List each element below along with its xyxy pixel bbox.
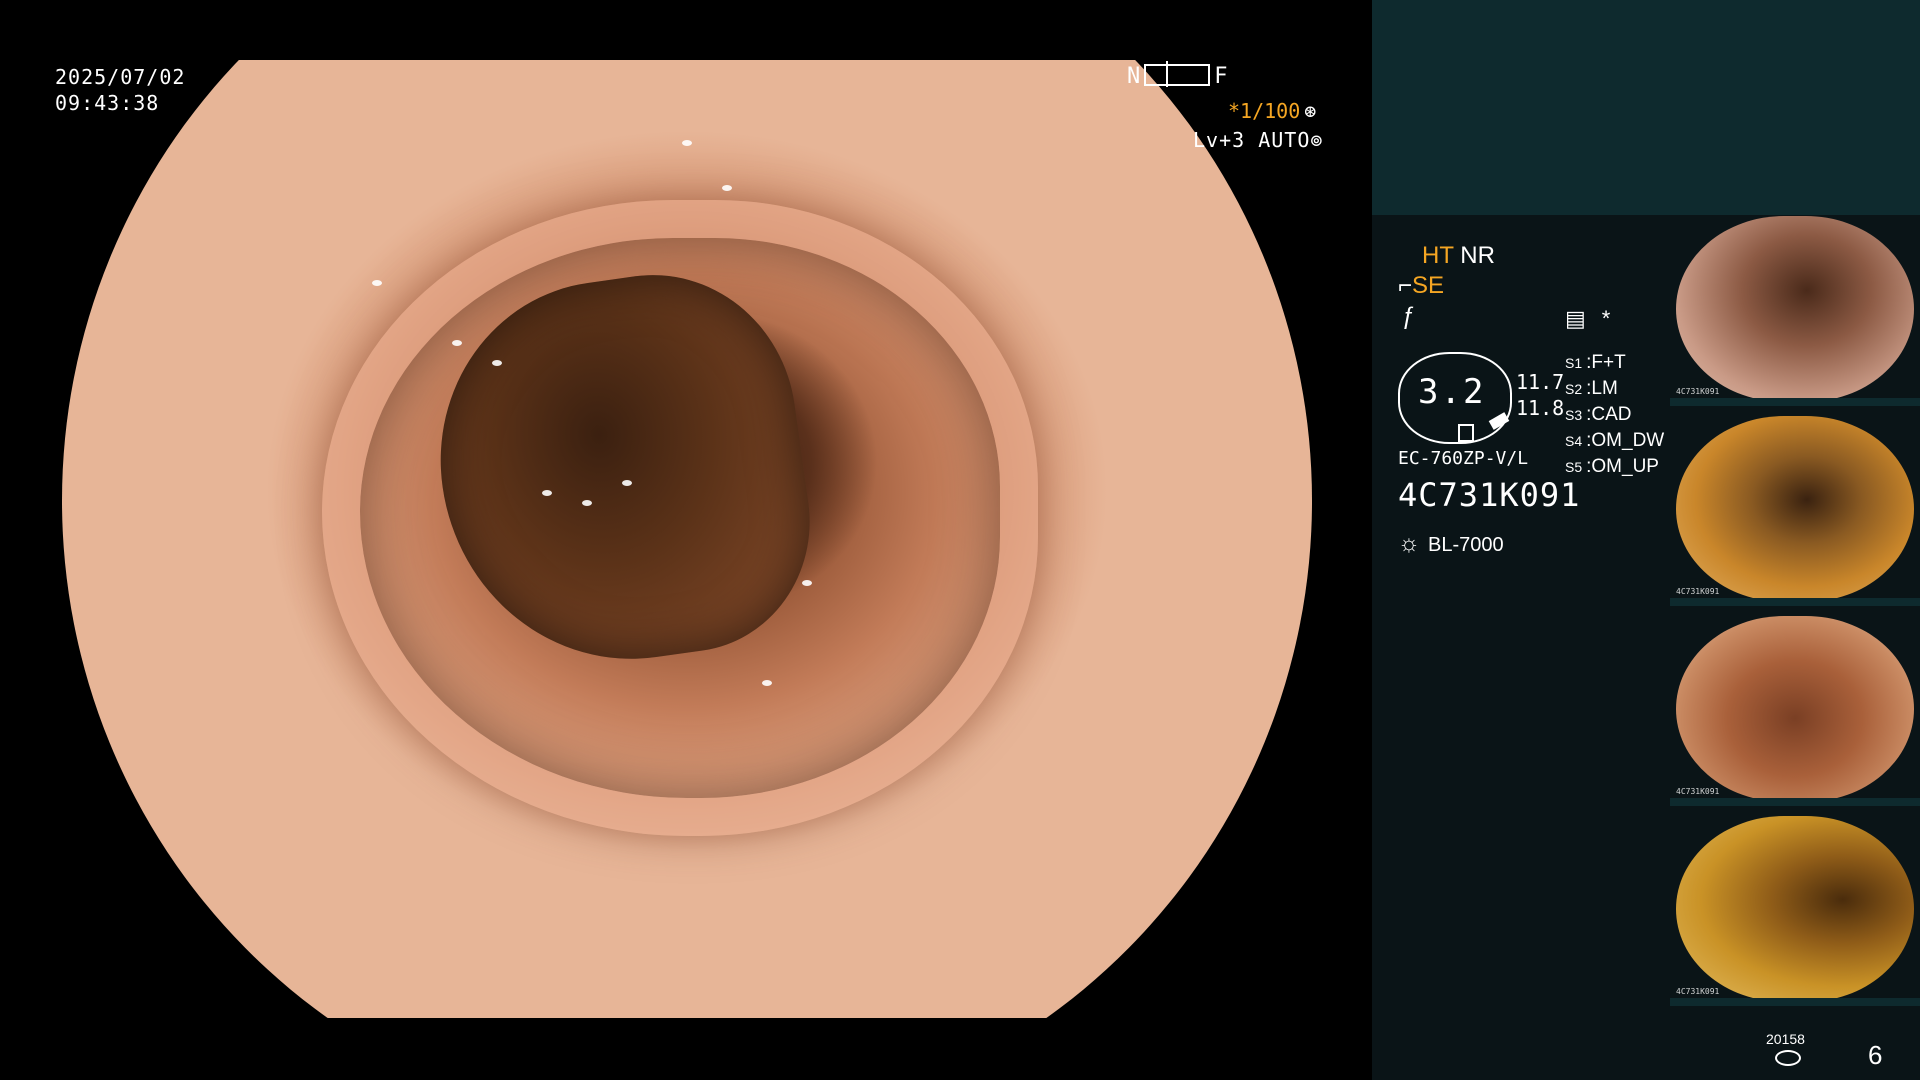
switch-list: S1:F+T S2:LM S3:CAD S4:OM_DW S5:OM_UP xyxy=(1565,350,1664,480)
scope-model: EC-760ZP-V/L xyxy=(1398,448,1529,469)
thumbnail-list: 4C731K091 4C731K091 4C731K091 4C731K091 xyxy=(1670,216,1920,1016)
thumbnail-label: 4C731K091 xyxy=(1676,987,1720,996)
light-reflection xyxy=(452,340,462,346)
menu-icon: ▤ xyxy=(1565,306,1586,331)
level-value: Lv+3 xyxy=(1193,128,1246,152)
thumbnail-label: 4C731K091 xyxy=(1676,787,1720,796)
thumbnail-strip xyxy=(1670,798,1920,806)
auto-iris-icon: ⊚ xyxy=(1310,128,1324,152)
ht-label: HT xyxy=(1422,242,1454,269)
far-label: F xyxy=(1214,64,1228,89)
gauge-tag-icon xyxy=(1458,424,1474,442)
light-reflection xyxy=(802,580,812,586)
shutter-speed: *1/100 ⊛ xyxy=(1228,99,1316,123)
endoscopy-image xyxy=(62,60,1312,1018)
light-source-label: BL-7000 xyxy=(1428,534,1504,556)
se-label: SE xyxy=(1412,272,1445,299)
thumbnail-strip xyxy=(1670,598,1920,606)
light-reflection xyxy=(492,360,502,366)
page-number: 6 xyxy=(1868,1040,1883,1070)
structure-enhance-row: ⌐SE xyxy=(1398,272,1444,300)
switch-item: S1:F+T xyxy=(1565,352,1626,373)
info-panel-header xyxy=(1372,0,1920,215)
near-label: N xyxy=(1127,64,1141,89)
light-reflection xyxy=(582,500,592,506)
light-reflection xyxy=(622,480,632,486)
switch-item: S4:OM_DW xyxy=(1565,430,1665,451)
shutter-value: *1/100 xyxy=(1228,99,1301,123)
iris-icon: ⊛ xyxy=(1304,99,1317,123)
gauge-value: 3.2 xyxy=(1418,372,1486,412)
focus-bar xyxy=(1144,61,1211,87)
thumbnail[interactable]: 4C731K091 xyxy=(1670,816,1920,1006)
thumbnail-image xyxy=(1676,816,1914,1002)
thumbnail-image xyxy=(1676,616,1914,802)
switch-item: S2:LM xyxy=(1565,378,1618,399)
gauge: 3.2 xyxy=(1398,352,1512,444)
date-time: 2025/07/02 09:43:38 xyxy=(55,64,185,116)
thumbnail-label: 4C731K091 xyxy=(1676,387,1720,396)
info-panel: HT NR ⌐SE ƒ ▤ * 3.2 11.7 11.8 S1:F+T S2:L… xyxy=(1372,0,1920,1080)
brightness-level: Lv+3 AUTO⊚ xyxy=(1193,127,1323,153)
thumbnail-strip xyxy=(1670,998,1920,1006)
light-reflection xyxy=(542,490,552,496)
light-source: ☼ BL-7000 xyxy=(1398,530,1504,558)
endoscope-view-panel: 2025/07/02 09:43:38 NF *1/100 ⊛ Lv+3 AUTO… xyxy=(0,0,1372,1080)
thumbnail[interactable]: 4C731K091 xyxy=(1670,416,1920,606)
storage-icon xyxy=(1775,1050,1801,1066)
light-reflection xyxy=(762,680,772,686)
thumbnail-label: 4C731K091 xyxy=(1676,587,1720,596)
image-count: 20158 xyxy=(1766,1031,1805,1047)
image-mode-row: HT NR xyxy=(1422,242,1495,270)
nr-label: NR xyxy=(1460,242,1495,269)
asterisk: * xyxy=(1601,306,1611,331)
thumbnail-image xyxy=(1676,416,1914,602)
date: 2025/07/02 xyxy=(55,65,186,89)
scope-icon: ⌐ xyxy=(1398,272,1413,299)
light-reflection xyxy=(682,140,692,146)
near-far-indicator: NF xyxy=(1127,61,1228,89)
light-reflection xyxy=(722,185,732,191)
thumbnail-image xyxy=(1676,216,1914,402)
auto-label: AUTO xyxy=(1258,128,1311,152)
thumbnail[interactable]: 4C731K091 xyxy=(1670,616,1920,806)
thumbnail-strip xyxy=(1670,398,1920,406)
time: 09:43:38 xyxy=(55,91,160,115)
f-icon: ƒ xyxy=(1402,303,1416,330)
value-1: 11.7 xyxy=(1516,370,1565,394)
light-reflection xyxy=(372,280,382,286)
scope-serial: 4C731K091 xyxy=(1398,476,1581,514)
sun-icon: ☼ xyxy=(1398,530,1420,557)
value-2: 11.8 xyxy=(1516,396,1565,420)
menu-icons: ▤ * xyxy=(1565,306,1626,332)
switch-item: S3:CAD xyxy=(1565,404,1632,425)
thumbnail[interactable]: 4C731K091 xyxy=(1670,216,1920,406)
gauge-mark-icon xyxy=(1488,412,1510,430)
